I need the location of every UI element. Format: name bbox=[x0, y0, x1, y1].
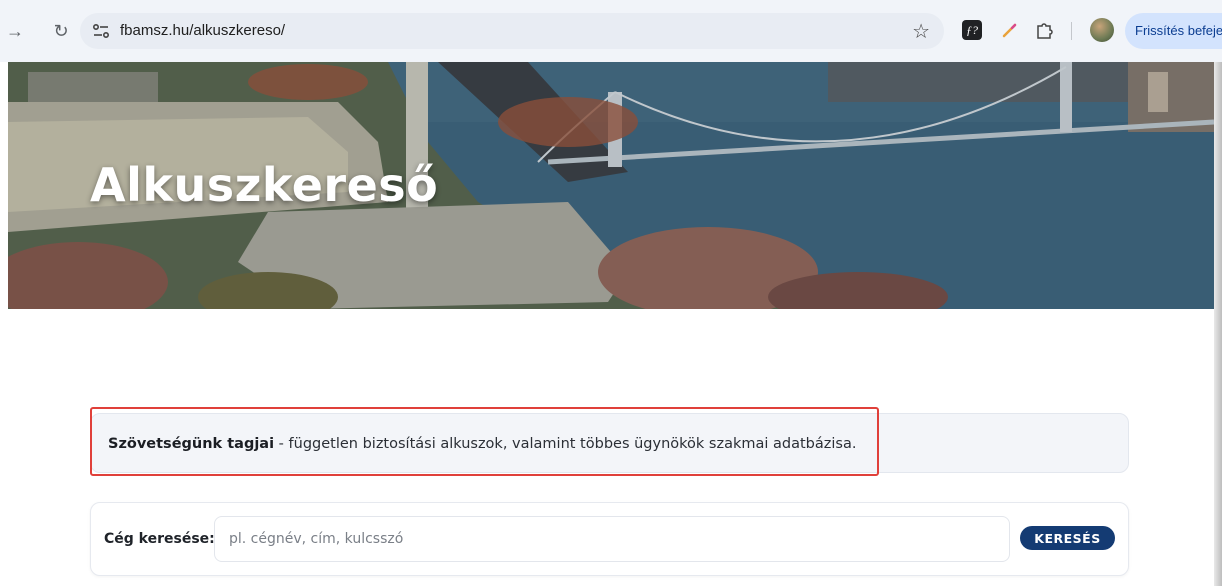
puzzle-extensions-icon[interactable] bbox=[1034, 20, 1054, 40]
info-bold-text: Szövetségünk tagjai bbox=[108, 436, 275, 452]
info-description: - független biztosítási alkuszok, valami… bbox=[274, 436, 857, 452]
site-settings-icon[interactable] bbox=[92, 21, 110, 41]
pen-extension-icon[interactable] bbox=[1000, 20, 1020, 40]
reload-icon[interactable]: ↻ bbox=[50, 18, 72, 44]
url-text[interactable]: fbamsz.hu/alkuszkereso/ bbox=[120, 22, 285, 39]
info-text: Szövetségünk tagjai - független biztosít… bbox=[108, 436, 856, 452]
search-button[interactable]: KERESÉS bbox=[1020, 526, 1115, 550]
hero-banner: Alkuszkereső bbox=[8, 62, 1214, 309]
profile-avatar[interactable] bbox=[1090, 18, 1114, 42]
address-bar[interactable]: fbamsz.hu/alkuszkereso/ ☆ bbox=[80, 13, 944, 49]
company-search-input[interactable] bbox=[214, 516, 1010, 562]
page-title: Alkuszkereső bbox=[90, 158, 439, 212]
update-button[interactable]: Frissítés befejez bbox=[1125, 13, 1222, 49]
toolbar-divider bbox=[1071, 22, 1072, 40]
extension-icon[interactable]: ƒ? bbox=[962, 20, 982, 40]
bookmark-star-icon[interactable]: ☆ bbox=[912, 19, 930, 44]
forward-arrow-icon[interactable]: → bbox=[4, 18, 26, 44]
window-edge bbox=[1214, 62, 1222, 586]
browser-toolbar: → ↻ fbamsz.hu/alkuszkereso/ ☆ ƒ? Frissít… bbox=[0, 0, 1222, 62]
search-label: Cég keresése: bbox=[104, 531, 215, 547]
